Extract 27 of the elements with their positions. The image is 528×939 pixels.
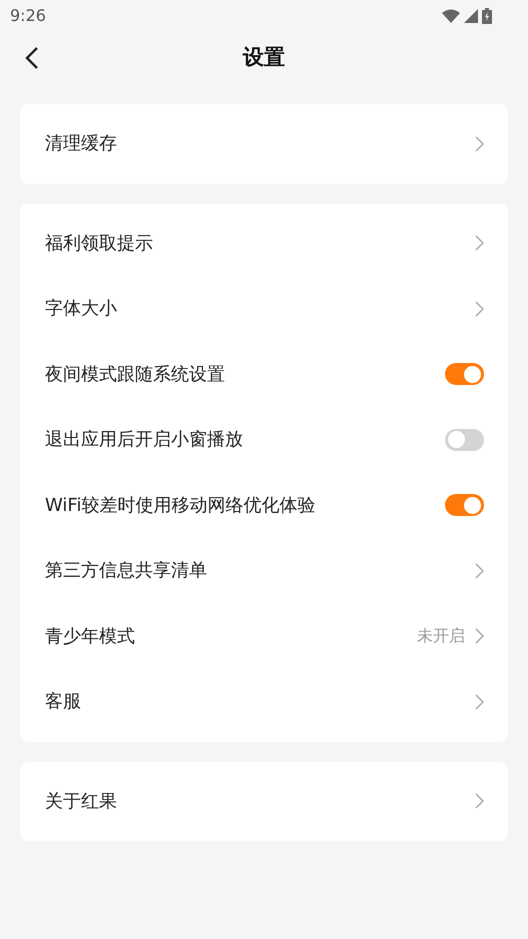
setting-value: 未开启 [417,625,465,648]
setting-label[interactable]: 客服 [45,688,475,716]
back-icon[interactable] [25,47,39,69]
setting-label[interactable]: 夜间模式跟随系统设置 [45,360,445,388]
battery-icon [482,8,492,24]
chevron-icon [475,562,484,579]
toggle-switch[interactable] [445,363,484,386]
setting-label[interactable]: 字体大小 [45,295,475,322]
status-time: 9:26 [10,5,46,27]
chevron-icon [475,235,484,252]
wifi-icon [442,9,460,23]
setting-label[interactable]: 福利领取提示 [45,230,475,257]
setting-label[interactable]: WiFi较差时使用移动网络优化体验 [45,492,445,519]
setting-label[interactable]: 退出应用后开启小窗播放 [45,426,445,454]
toggle-switch[interactable] [445,428,484,451]
chevron-icon [475,793,484,810]
setting-label[interactable]: 清理缓存 [45,130,475,158]
toggle-switch[interactable] [445,494,484,516]
page-title: 设置 [243,44,285,72]
setting-label[interactable]: 第三方信息共享清单 [45,557,475,584]
chevron-icon [475,694,484,710]
chevron-icon [475,300,484,317]
setting-label[interactable]: 青少年模式 [45,622,417,650]
chevron-icon [475,628,484,644]
chevron-icon [475,136,484,152]
setting-label[interactable]: 关于红果 [45,788,475,815]
signal-icon [464,9,478,23]
